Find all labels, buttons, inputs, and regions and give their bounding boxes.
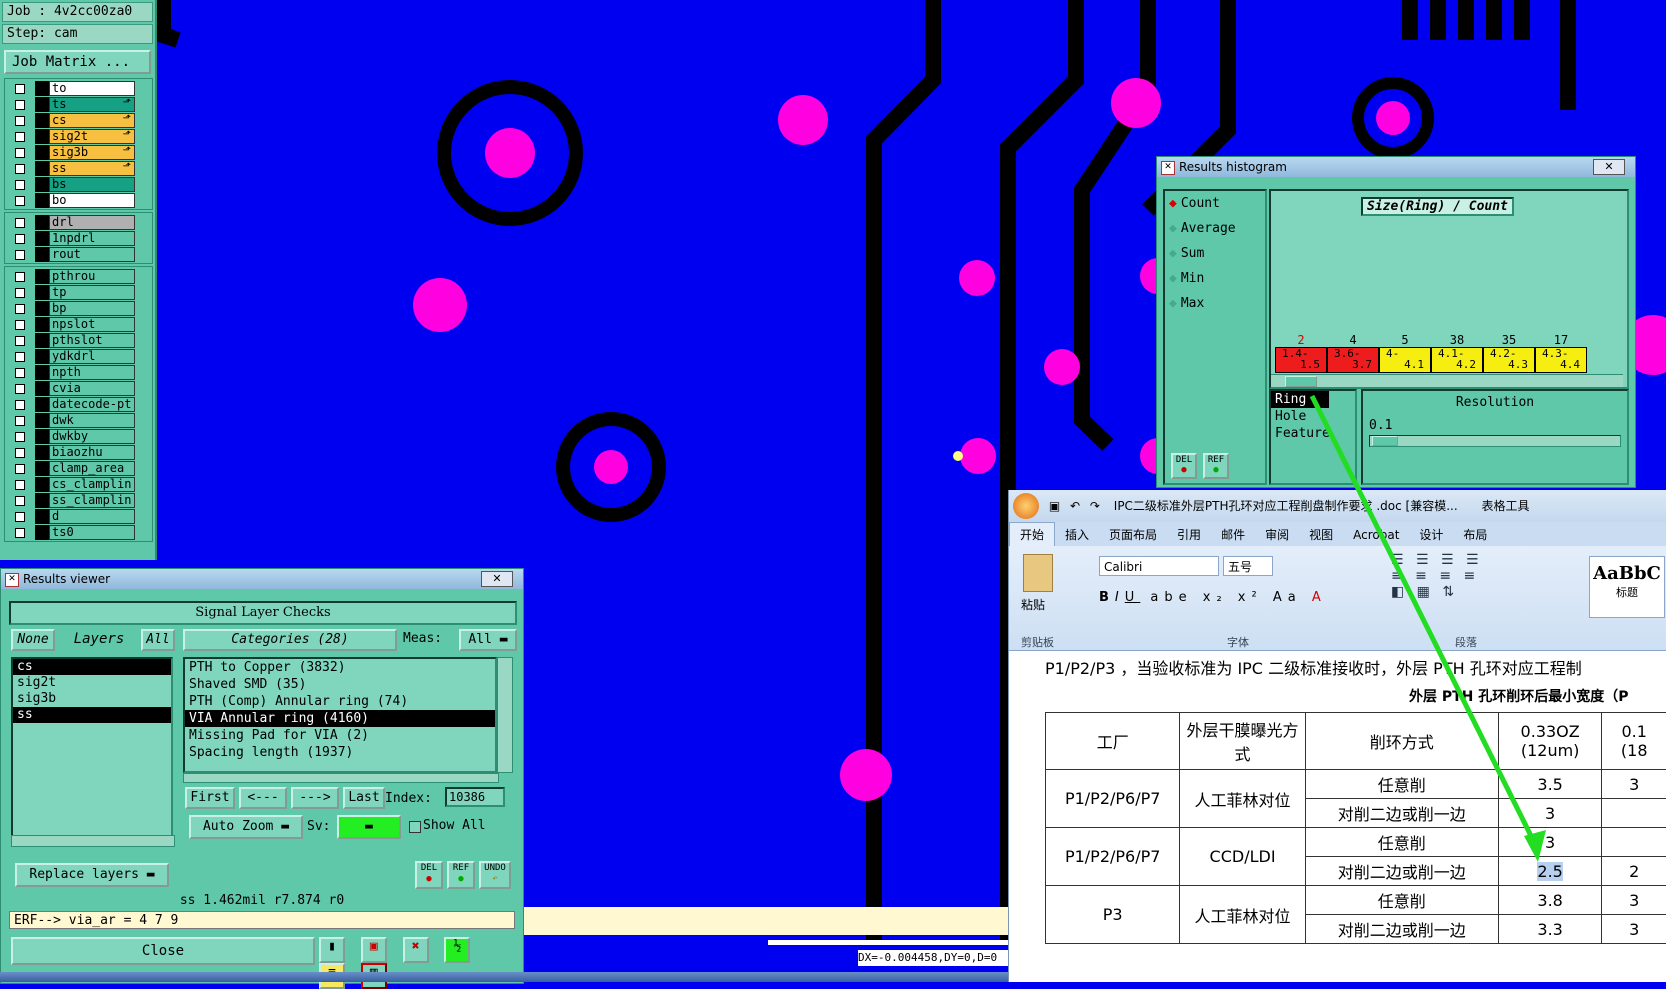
annotation-arrow bbox=[0, 0, 1666, 982]
arrow-line bbox=[1312, 396, 1538, 850]
arrow-head bbox=[1524, 830, 1546, 862]
